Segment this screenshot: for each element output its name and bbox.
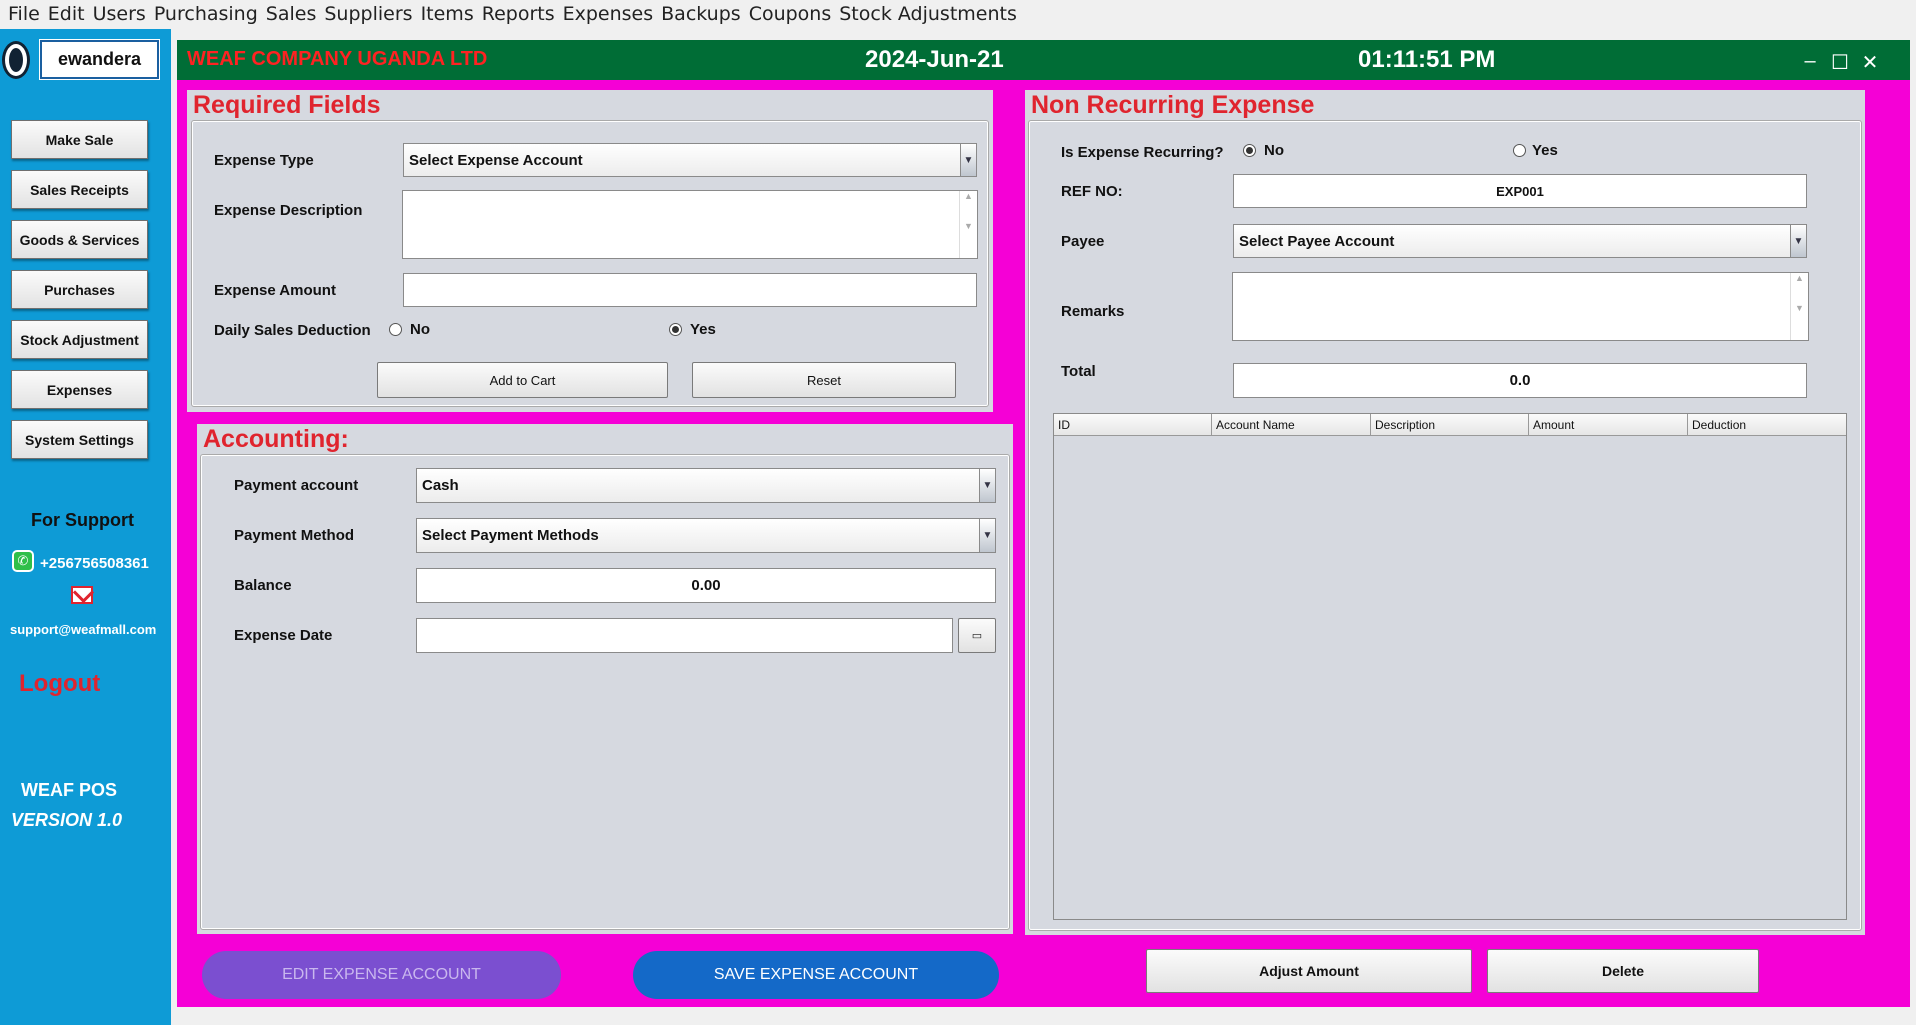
- expense-description-input[interactable]: ▲ ▼: [402, 190, 978, 259]
- remarks-label: Remarks: [1061, 303, 1125, 320]
- balance-label: Balance: [234, 577, 292, 594]
- payment-account-label: Payment account: [234, 477, 359, 494]
- table-header: ID Account Name Description Amount Deduc…: [1054, 414, 1846, 436]
- menu-sales[interactable]: Sales: [262, 3, 321, 25]
- scrollbar[interactable]: ▲ ▼: [959, 191, 977, 258]
- daily-sales-deduction-label: Daily Sales Deduction: [214, 322, 371, 339]
- header-date: 2024-Jun-21: [865, 46, 1004, 73]
- ref-no-field[interactable]: EXP001: [1233, 174, 1807, 208]
- expense-type-select[interactable]: Select Expense Account ▼: [403, 143, 977, 177]
- menu-purchasing[interactable]: Purchasing: [150, 3, 262, 25]
- expense-description-label: Expense Description: [214, 202, 363, 219]
- sales-receipts-button[interactable]: Sales Receipts: [11, 170, 148, 209]
- balance-value: 0.00: [691, 577, 721, 594]
- goods-services-button[interactable]: Goods & Services: [11, 220, 148, 259]
- column-amount[interactable]: Amount: [1529, 414, 1688, 435]
- expense-table[interactable]: ID Account Name Description Amount Deduc…: [1053, 413, 1847, 920]
- required-fields-title: Required Fields: [193, 91, 381, 119]
- deduction-yes-label: Yes: [690, 321, 716, 338]
- delete-button[interactable]: Delete: [1487, 949, 1759, 993]
- app-version: VERSION 1.0: [11, 810, 123, 830]
- app-logo-mark: [9, 48, 23, 72]
- column-account-name[interactable]: Account Name: [1212, 414, 1371, 435]
- menu-users[interactable]: Users: [89, 3, 150, 25]
- total-value: 0.0: [1509, 372, 1531, 389]
- maximize-icon[interactable]: ☐: [1830, 50, 1850, 75]
- remarks-input[interactable]: ▲ ▼: [1232, 272, 1809, 341]
- menu-expenses[interactable]: Expenses: [559, 3, 658, 25]
- purchases-button[interactable]: Purchases: [11, 270, 148, 309]
- total-field: 0.0: [1233, 363, 1807, 398]
- support-phone: +256756508361: [40, 555, 149, 572]
- recurring-yes-radio[interactable]: [1513, 144, 1526, 157]
- menu-backups[interactable]: Backups: [657, 3, 745, 25]
- support-email: support@weafmall.com: [10, 622, 157, 637]
- payment-account-value: Cash: [422, 477, 459, 494]
- close-icon[interactable]: ✕: [1860, 50, 1880, 75]
- scrollbar[interactable]: ▲ ▼: [1790, 273, 1808, 340]
- logout-link[interactable]: Logout: [19, 670, 100, 698]
- expense-date-input[interactable]: [416, 618, 953, 653]
- ref-no-label: REF NO:: [1061, 183, 1123, 200]
- company-name: WEAF COMPANY UGANDA LTD: [187, 48, 488, 70]
- deduction-no-label: No: [410, 321, 430, 338]
- menu-coupons[interactable]: Coupons: [745, 3, 836, 25]
- expense-amount-input[interactable]: [403, 273, 977, 307]
- expenses-button[interactable]: Expenses: [11, 370, 148, 409]
- expense-date-label: Expense Date: [234, 627, 333, 644]
- menu-items[interactable]: Items: [417, 3, 478, 25]
- payment-method-value: Select Payment Methods: [422, 527, 599, 544]
- menu-stock-adjustments[interactable]: Stock Adjustments: [835, 3, 1021, 25]
- username-display: ewandera: [39, 39, 160, 80]
- reset-button[interactable]: Reset: [692, 362, 956, 398]
- menu-reports[interactable]: Reports: [478, 3, 559, 25]
- whatsapp-icon: ✆: [12, 550, 34, 572]
- app-name: WEAF POS: [21, 780, 118, 800]
- column-description[interactable]: Description: [1371, 414, 1529, 435]
- menu-file[interactable]: File: [4, 3, 44, 25]
- balance-field: 0.00: [416, 568, 996, 603]
- payment-account-select[interactable]: Cash ▼: [416, 468, 996, 503]
- header-time: 01:11:51 PM: [1358, 46, 1496, 73]
- save-expense-account-button[interactable]: SAVE EXPENSE ACCOUNT: [633, 951, 999, 999]
- system-settings-button[interactable]: System Settings: [11, 420, 148, 459]
- recurring-yes-label: Yes: [1532, 142, 1558, 159]
- payee-value: Select Payee Account: [1239, 232, 1395, 250]
- expense-type-label: Expense Type: [214, 152, 314, 169]
- ref-no-value: EXP001: [1496, 183, 1544, 199]
- calendar-icon[interactable]: ▭: [958, 618, 996, 653]
- minimize-icon[interactable]: –: [1800, 50, 1820, 73]
- non-recurring-title: Non Recurring Expense: [1031, 91, 1315, 119]
- deduction-yes-radio[interactable]: [669, 323, 682, 336]
- recurring-no-radio[interactable]: [1243, 144, 1256, 157]
- edit-expense-account-button[interactable]: EDIT EXPENSE ACCOUNT: [202, 951, 561, 999]
- add-to-cart-button[interactable]: Add to Cart: [377, 362, 668, 398]
- payee-select[interactable]: Select Payee Account ▼: [1233, 224, 1807, 258]
- make-sale-button[interactable]: Make Sale: [11, 120, 148, 159]
- recurring-label: Is Expense Recurring?: [1061, 144, 1224, 161]
- chevron-down-icon[interactable]: ▼: [979, 519, 995, 552]
- recurring-no-label: No: [1264, 142, 1284, 159]
- payee-label: Payee: [1061, 233, 1105, 250]
- menu-edit[interactable]: Edit: [44, 3, 89, 25]
- payment-method-label: Payment Method: [234, 527, 355, 544]
- mail-icon: [71, 586, 93, 604]
- deduction-no-radio[interactable]: [389, 323, 402, 336]
- expense-amount-label: Expense Amount: [214, 282, 336, 299]
- column-id[interactable]: ID: [1054, 414, 1212, 435]
- chevron-down-icon[interactable]: ▼: [979, 469, 995, 502]
- total-label: Total: [1061, 363, 1096, 380]
- stock-adjustment-button[interactable]: Stock Adjustment: [11, 320, 148, 359]
- menu-bar: File Edit Users Purchasing Sales Supplie…: [0, 0, 1916, 28]
- menu-suppliers[interactable]: Suppliers: [320, 3, 416, 25]
- chevron-down-icon[interactable]: ▼: [1790, 225, 1806, 257]
- support-title: For Support: [31, 510, 134, 530]
- payment-method-select[interactable]: Select Payment Methods ▼: [416, 518, 996, 553]
- chevron-down-icon[interactable]: ▼: [960, 144, 976, 176]
- adjust-amount-button[interactable]: Adjust Amount: [1146, 949, 1472, 993]
- accounting-title: Accounting:: [203, 425, 349, 453]
- column-deduction[interactable]: Deduction: [1688, 414, 1846, 435]
- expense-type-value: Select Expense Account: [409, 151, 583, 169]
